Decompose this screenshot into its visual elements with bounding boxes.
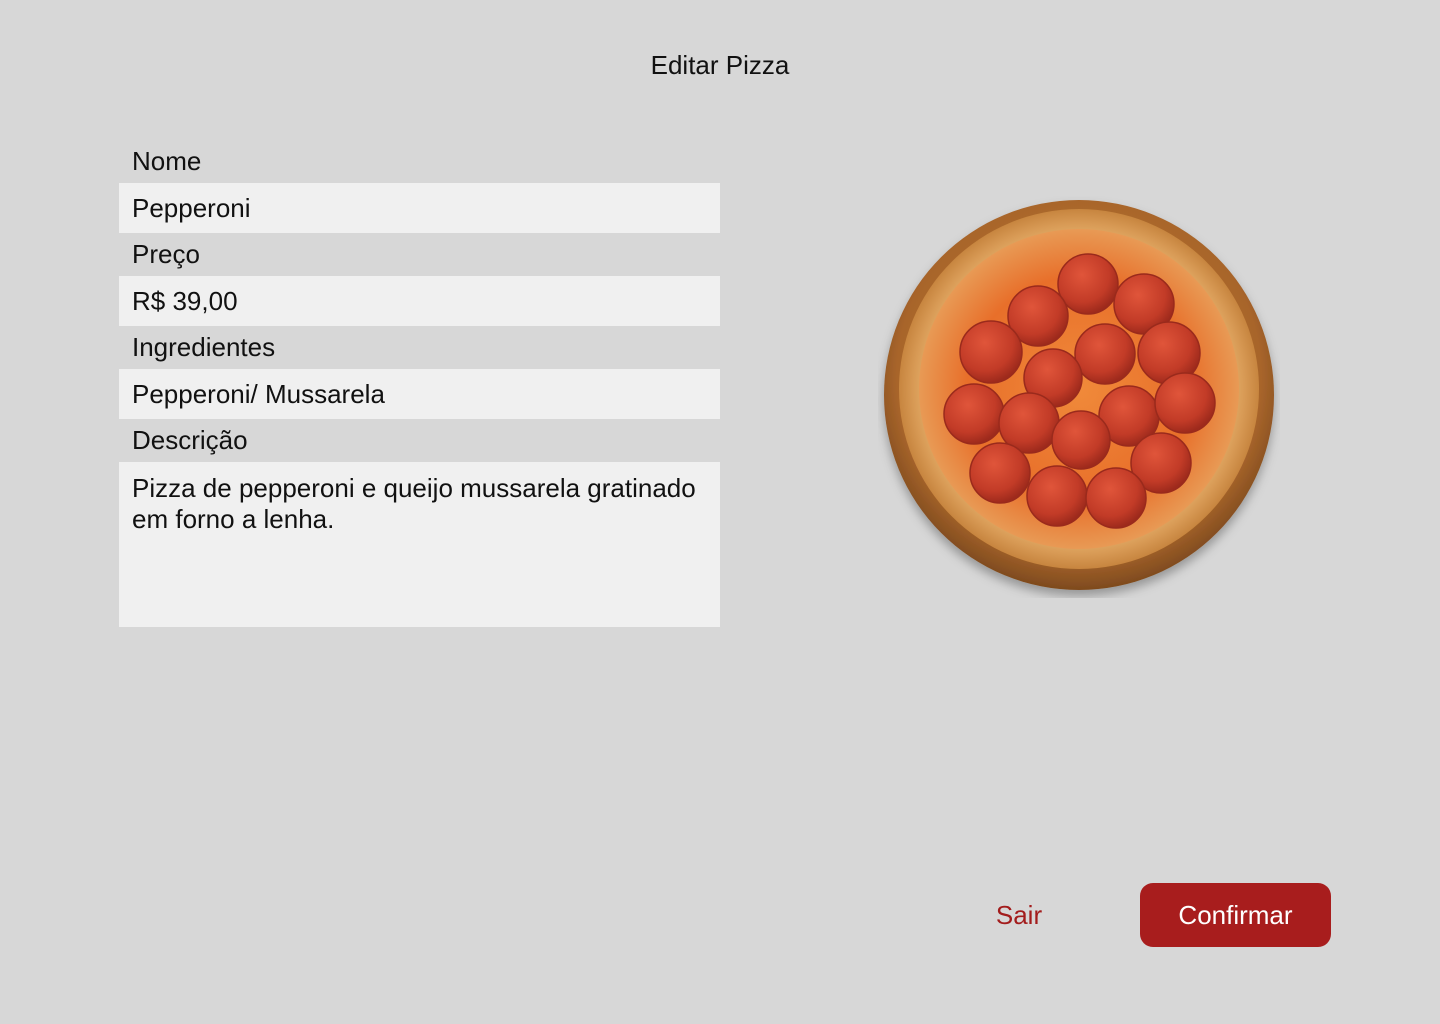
name-label: Nome bbox=[132, 146, 202, 176]
exit-button[interactable]: Sair bbox=[978, 884, 1060, 946]
ingredients-input[interactable] bbox=[119, 369, 720, 419]
description-textarea[interactable]: Pizza de pepperoni e queijo mussarela gr… bbox=[119, 462, 720, 627]
name-input[interactable] bbox=[119, 183, 720, 233]
ingredients-label: Ingredientes bbox=[132, 332, 276, 362]
price-input[interactable] bbox=[119, 276, 720, 326]
confirm-button[interactable]: Confirmar bbox=[1140, 883, 1331, 947]
pizza-image bbox=[878, 196, 1280, 598]
pizza-form: Nome Preço Ingredientes Descrição Pizza … bbox=[119, 140, 720, 627]
price-label: Preço bbox=[132, 239, 200, 269]
description-label: Descrição bbox=[132, 425, 248, 455]
page-title: Editar Pizza bbox=[650, 50, 790, 80]
